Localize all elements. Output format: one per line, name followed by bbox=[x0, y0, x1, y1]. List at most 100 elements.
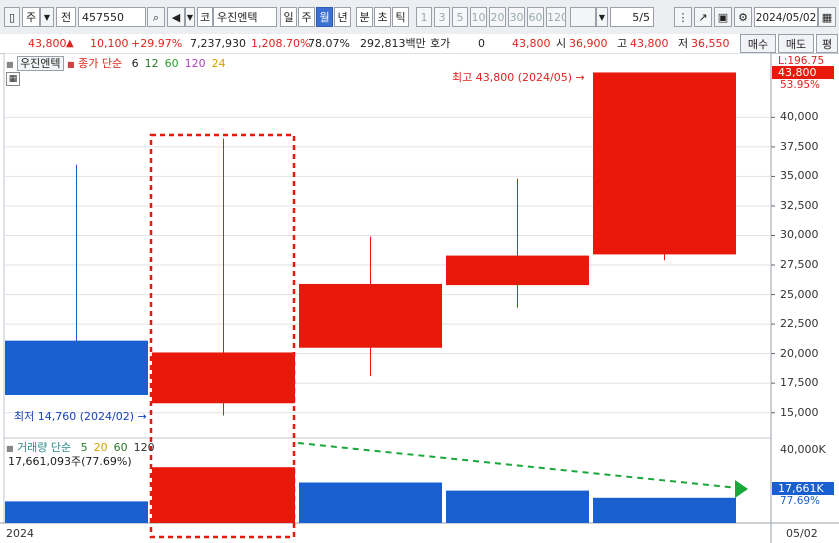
quote-amount: 292,813백만 bbox=[360, 37, 426, 50]
period-button[interactable]: 년 bbox=[334, 7, 351, 27]
interval-button[interactable]: 120 bbox=[546, 7, 566, 27]
max-annotation: 최고 43,800 (2024/05) → bbox=[452, 69, 585, 85]
price-tick-label: 32,500 bbox=[780, 198, 819, 212]
quote-price: 43,800 bbox=[28, 37, 67, 50]
interval-button[interactable]: 60 bbox=[527, 7, 544, 27]
interval-button[interactable]: 5 bbox=[452, 7, 468, 27]
price-tick-label: 27,500 bbox=[780, 258, 819, 272]
grid-toggle-icon[interactable]: ▦ bbox=[6, 72, 20, 86]
interval-button[interactable]: 30 bbox=[508, 7, 525, 27]
high-label: 고 bbox=[617, 37, 628, 50]
quote-current: 43,800 bbox=[512, 37, 551, 50]
x-axis-left-label: 2024 bbox=[6, 527, 34, 540]
volume-bar bbox=[446, 490, 589, 523]
quote-volume-ratio: 1,208.70% bbox=[251, 37, 311, 50]
last-volume-badge: 17,661K bbox=[772, 482, 834, 495]
quote-bar: 43,800 ▲ 10,100 +29.97% 7,237,930 1,208.… bbox=[0, 34, 839, 54]
last-price-pct: 53.95% bbox=[780, 79, 821, 91]
candle-body bbox=[446, 255, 589, 286]
min-annotation-text: 최저 14,760 (2024/02) bbox=[14, 410, 135, 423]
low-label: 저 bbox=[678, 37, 689, 50]
search-icon[interactable]: ⌕ bbox=[147, 7, 165, 27]
price-tick-label: 30,000 bbox=[780, 228, 819, 242]
sound-icon[interactable]: ◀ bbox=[167, 7, 185, 27]
blank-select[interactable] bbox=[570, 7, 596, 27]
market-select[interactable]: 주 bbox=[22, 7, 40, 27]
ma-period-label: 120 bbox=[133, 441, 155, 454]
prev-button[interactable]: 전 bbox=[56, 7, 76, 27]
period-button[interactable]: 월 bbox=[316, 7, 333, 27]
interval-button[interactable]: 10 bbox=[470, 7, 487, 27]
toolbar: ▯ 주 ▼ 전 457550 ⌕ ◀ ▼ 코 우진엔텍 일주월년분초틱 1351… bbox=[0, 0, 839, 35]
x-axis-right-label: 05/02 bbox=[786, 527, 818, 540]
period-button[interactable]: 틱 bbox=[392, 7, 409, 27]
ma-period-label: 60 bbox=[164, 57, 179, 70]
max-annotation-text: 최고 43,800 (2024/05) bbox=[452, 71, 573, 84]
hoga-label: 호가 bbox=[430, 37, 451, 50]
quote-open: 36,900 bbox=[569, 37, 608, 50]
sound-dropdown-icon[interactable]: ▼ bbox=[185, 7, 195, 27]
price-tick-label: 15,000 bbox=[780, 405, 819, 419]
quote-turnover: 78.07% bbox=[308, 37, 350, 50]
volume-bar bbox=[299, 482, 442, 523]
candle-body bbox=[593, 72, 736, 255]
candle-body bbox=[152, 352, 295, 404]
stock-code-button[interactable]: 코 bbox=[197, 7, 213, 27]
volume-bar bbox=[5, 501, 148, 523]
arrow-right-icon: → bbox=[575, 71, 585, 84]
chart-tools-icon[interactable]: ⋮ bbox=[674, 7, 692, 27]
chart-area: ■ 우진엔텍 ■ 종가 단순 6 12 60 120 24 ▦ 최고 43,800 (2… bbox=[0, 53, 839, 543]
price-legend-title: 종가 단순 bbox=[78, 57, 123, 70]
candle-body bbox=[299, 283, 442, 348]
hoga-value: 0 bbox=[478, 37, 485, 50]
quote-change-pct: +29.97% bbox=[131, 37, 183, 50]
price-legend: ■ 우진엔텍 ■ 종가 단순 6 12 60 120 24 bbox=[6, 55, 226, 71]
quote-low: 36,550 bbox=[691, 37, 730, 50]
page-indicator: 5/5 bbox=[610, 7, 654, 27]
volume-bar bbox=[593, 497, 736, 523]
ma-period-label: 6 bbox=[131, 57, 139, 70]
ma-period-label: 12 bbox=[144, 57, 159, 70]
quote-volume: 7,237,930 bbox=[190, 37, 246, 50]
price-tick-label: 22,500 bbox=[780, 317, 819, 331]
price-tick-label: 37,500 bbox=[780, 139, 819, 153]
gear-icon[interactable]: ⚙ bbox=[734, 7, 752, 27]
interval-button[interactable]: 20 bbox=[489, 7, 506, 27]
period-button[interactable]: 초 bbox=[374, 7, 391, 27]
stock-name-field[interactable]: 우진엔텍 bbox=[213, 7, 277, 27]
legend-bullet-icon: ■ bbox=[6, 60, 14, 69]
stock-name-tag[interactable]: 우진엔텍 bbox=[17, 56, 64, 71]
interval-button[interactable]: 3 bbox=[434, 7, 450, 27]
quote-high: 43,800 bbox=[630, 37, 669, 50]
min-annotation: 최저 14,760 (2024/02) → bbox=[14, 408, 147, 424]
trend-icon[interactable]: ↗ bbox=[694, 7, 712, 27]
quote-change: 10,100 bbox=[90, 37, 129, 50]
up-arrow-icon: ▲ bbox=[66, 38, 74, 49]
chart-svg bbox=[0, 53, 839, 543]
date-input[interactable]: 2024/05/02 bbox=[754, 7, 818, 27]
code-input[interactable]: 457550 bbox=[78, 7, 146, 27]
price-tick-label: 35,000 bbox=[780, 169, 819, 183]
buy-button[interactable]: 매수 bbox=[740, 34, 776, 53]
market-dropdown-icon[interactable]: ▼ bbox=[40, 7, 54, 27]
period-button[interactable]: 주 bbox=[298, 7, 315, 27]
eval-button[interactable]: 평 bbox=[816, 34, 838, 53]
price-tick-label: 40,000 bbox=[780, 110, 819, 124]
open-label: 시 bbox=[556, 37, 567, 50]
ma-period-label: 24 bbox=[211, 57, 226, 70]
legend-marker-icon: ■ bbox=[67, 60, 75, 69]
ma-period-label: 120 bbox=[184, 57, 206, 70]
blank-dropdown-icon[interactable]: ▼ bbox=[596, 7, 608, 27]
volume-total: 17,661,093주(77.69%) bbox=[8, 455, 132, 468]
period-button[interactable]: 일 bbox=[280, 7, 297, 27]
volume-bar bbox=[152, 467, 295, 523]
price-tick-label: 20,000 bbox=[780, 346, 819, 360]
save-icon[interactable]: ▣ bbox=[714, 7, 732, 27]
period-button[interactable]: 분 bbox=[356, 7, 373, 27]
candle-body bbox=[5, 340, 148, 395]
sell-button[interactable]: 매도 bbox=[778, 34, 814, 53]
layout-icon[interactable]: ▯ bbox=[4, 7, 20, 27]
interval-button[interactable]: 1 bbox=[416, 7, 432, 27]
calendar-icon[interactable]: ▦ bbox=[818, 7, 836, 27]
volume-top-label: 40,000K bbox=[780, 443, 826, 456]
